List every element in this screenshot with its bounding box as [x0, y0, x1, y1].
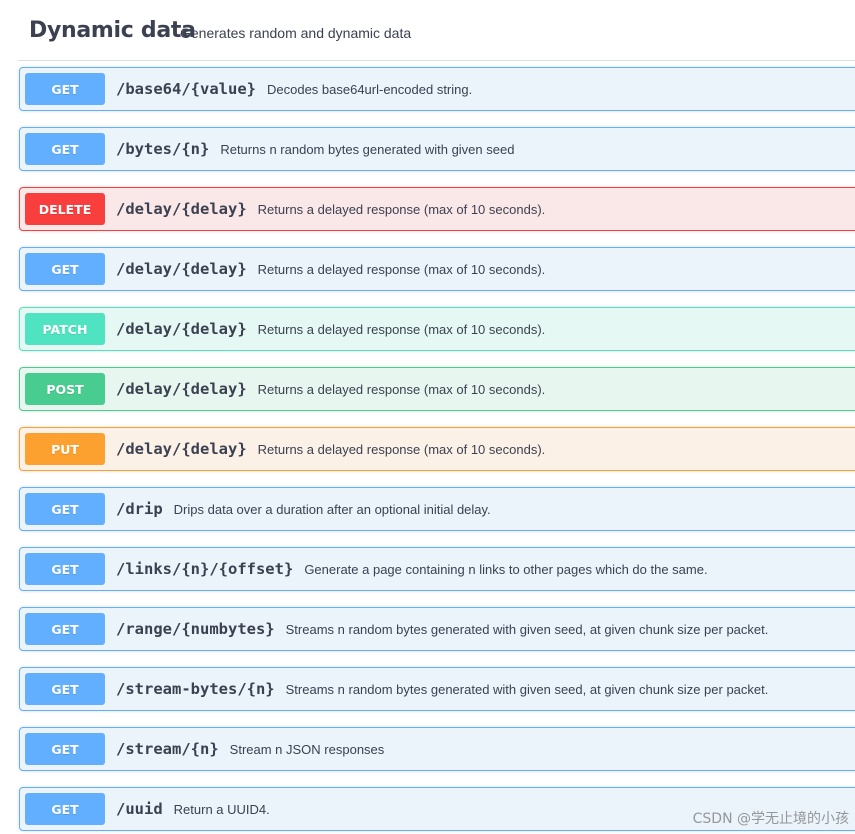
- operation-summary: Stream n JSON responses: [229, 741, 385, 757]
- operation-block[interactable]: GET /stream/{n} Stream n JSON responses: [19, 727, 855, 771]
- operation-path: /uuid: [116, 800, 163, 818]
- operation-block[interactable]: PATCH /delay/{delay} Returns a delayed r…: [19, 307, 855, 351]
- operation-path: /delay/{delay}: [116, 380, 247, 398]
- operation-summary: Returns n random bytes generated with gi…: [220, 141, 515, 157]
- section-description: Generates random and dynamic data: [180, 25, 412, 41]
- operation-summary: Streams n random bytes generated with gi…: [285, 621, 769, 637]
- operation-summary: Returns a delayed response (max of 10 se…: [257, 441, 546, 457]
- operation-path: /bytes/{n}: [116, 140, 210, 158]
- method-badge: POST: [25, 373, 105, 405]
- method-badge: DELETE: [25, 193, 105, 225]
- operation-summary: Returns a delayed response (max of 10 se…: [257, 261, 546, 277]
- operation-block[interactable]: GET /links/{n}/{offset} Generate a page …: [19, 547, 855, 591]
- operation-path: /links/{n}/{offset}: [116, 560, 294, 578]
- watermark: CSDN @学无止境的小孩: [692, 811, 849, 827]
- operation-block[interactable]: GET /base64/{value} Decodes base64url-en…: [19, 67, 855, 111]
- method-badge: GET: [25, 733, 105, 765]
- method-badge: GET: [25, 793, 105, 825]
- operation-summary: Returns a delayed response (max of 10 se…: [257, 381, 546, 397]
- operation-path: /delay/{delay}: [116, 440, 247, 458]
- operation-path: /stream-bytes/{n}: [116, 680, 275, 698]
- operation-block[interactable]: PUT /delay/{delay} Returns a delayed res…: [19, 427, 855, 471]
- operation-path: /base64/{value}: [116, 80, 256, 98]
- operation-block[interactable]: GET /drip Drips data over a duration aft…: [19, 487, 855, 531]
- operation-block[interactable]: GET /delay/{delay} Returns a delayed res…: [19, 247, 855, 291]
- method-badge: GET: [25, 133, 105, 165]
- operation-path: /delay/{delay}: [116, 260, 247, 278]
- operation-summary: Streams n random bytes generated with gi…: [285, 681, 769, 697]
- operation-block[interactable]: GET /bytes/{n} Returns n random bytes ge…: [19, 127, 855, 171]
- operation-summary: Returns a delayed response (max of 10 se…: [257, 201, 546, 217]
- operation-path: /delay/{delay}: [116, 200, 247, 218]
- operation-path: /delay/{delay}: [116, 320, 247, 338]
- method-badge: GET: [25, 673, 105, 705]
- operation-summary: Returns a delayed response (max of 10 se…: [257, 321, 546, 337]
- operation-block[interactable]: POST /delay/{delay} Returns a delayed re…: [19, 367, 855, 411]
- method-badge: PUT: [25, 433, 105, 465]
- operation-summary: Drips data over a duration after an opti…: [173, 501, 491, 517]
- operation-path: /range/{numbytes}: [116, 620, 275, 638]
- method-badge: GET: [25, 613, 105, 645]
- section-header[interactable]: Dynamic data Generates random and dynami…: [18, 0, 855, 61]
- method-badge: GET: [25, 553, 105, 585]
- operation-summary: Decodes base64url-encoded string.: [266, 81, 473, 97]
- section-title: Dynamic data: [29, 18, 196, 43]
- method-badge: PATCH: [25, 313, 105, 345]
- operation-path: /stream/{n}: [116, 740, 219, 758]
- method-badge: GET: [25, 253, 105, 285]
- operation-path: /drip: [116, 500, 163, 518]
- operation-block[interactable]: DELETE /delay/{delay} Returns a delayed …: [19, 187, 855, 231]
- operation-summary: Return a UUID4.: [173, 801, 270, 817]
- method-badge: GET: [25, 493, 105, 525]
- operation-block[interactable]: GET /stream-bytes/{n} Streams n random b…: [19, 667, 855, 711]
- operation-summary: Generate a page containing n links to ot…: [304, 561, 708, 577]
- page: Dynamic data Generates random and dynami…: [0, 0, 855, 834]
- operation-block[interactable]: GET /range/{numbytes} Streams n random b…: [19, 607, 855, 651]
- method-badge: GET: [25, 73, 105, 105]
